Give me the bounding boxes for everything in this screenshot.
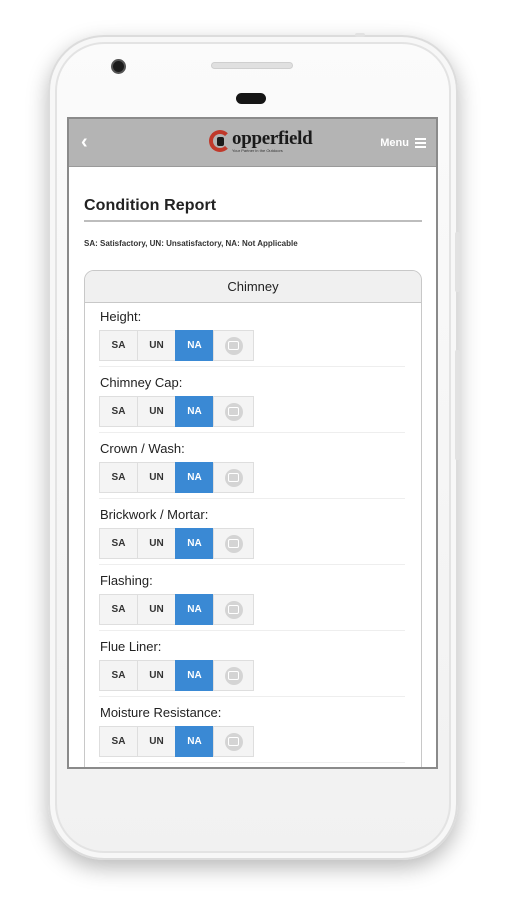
rating-button-group: SA UN NA	[99, 462, 405, 493]
rating-option-sa[interactable]: SA	[99, 528, 138, 559]
phone-side-button	[455, 232, 460, 292]
phone-side-button	[455, 350, 460, 460]
rating-option-na[interactable]: NA	[175, 528, 214, 559]
front-camera	[111, 59, 126, 74]
rating-option-sa[interactable]: SA	[99, 660, 138, 691]
inspection-item-label: Flashing:	[100, 573, 153, 588]
rating-button-group: SA UN NA	[99, 660, 405, 691]
menu-button[interactable]: Menu	[380, 137, 426, 149]
rating-button-group: SA UN NA	[99, 594, 405, 625]
inspection-item: Moisture Resistance: SA UN NA	[99, 705, 405, 763]
inspection-item-label: Brickwork / Mortar:	[100, 507, 209, 522]
rating-option-na[interactable]: NA	[175, 462, 214, 493]
logo-text: opperfield	[232, 128, 313, 149]
rating-button-group: SA UN NA	[99, 396, 405, 427]
chimney-section-card: Chimney Height: SA UN NA Chimney Cap: SA UN NA C…	[84, 270, 422, 767]
rating-option-sa[interactable]: SA	[99, 594, 138, 625]
rating-option-na[interactable]: NA	[175, 660, 214, 691]
rating-option-un[interactable]: UN	[137, 660, 176, 691]
page-title: Condition Report	[84, 197, 422, 222]
camera-icon	[224, 336, 243, 355]
rating-option-sa[interactable]: SA	[99, 330, 138, 361]
inspection-item: Crown / Wash: SA UN NA	[99, 441, 405, 499]
camera-icon	[224, 402, 243, 421]
logo-text-group: opperfield Your Partner in the Outdoors	[232, 128, 313, 153]
inspection-items: Height: SA UN NA Chimney Cap: SA UN NA Crown / W…	[85, 303, 421, 763]
phone-top-button	[355, 33, 365, 37]
rating-legend: SA: Satisfactory, UN: Unsatisfactory, NA…	[84, 239, 298, 248]
proximity-sensor	[236, 93, 266, 104]
page-content: Condition Report SA: Satisfactory, UN: U…	[69, 167, 436, 767]
logo-mark-icon	[209, 130, 231, 152]
earpiece-speaker	[211, 62, 293, 69]
inspection-item: Flue Liner: SA UN NA	[99, 639, 405, 697]
rating-option-un[interactable]: UN	[137, 330, 176, 361]
rating-button-group: SA UN NA	[99, 528, 405, 559]
add-photo-button[interactable]	[213, 660, 254, 691]
app-screen: ‹ opperfield Your Partner in the Outdoor…	[67, 117, 438, 769]
camera-icon	[224, 600, 243, 619]
rating-option-un[interactable]: UN	[137, 396, 176, 427]
add-photo-button[interactable]	[213, 726, 254, 757]
add-photo-button[interactable]	[213, 528, 254, 559]
add-photo-button[interactable]	[213, 594, 254, 625]
camera-icon	[224, 468, 243, 487]
inspection-item-label: Height:	[100, 309, 142, 324]
rating-option-un[interactable]: UN	[137, 726, 176, 757]
add-photo-button[interactable]	[213, 330, 254, 361]
rating-option-na[interactable]: NA	[175, 396, 214, 427]
inspection-item: Height: SA UN NA	[99, 309, 405, 367]
rating-option-na[interactable]: NA	[175, 726, 214, 757]
inspection-item-label: Chimney Cap:	[100, 375, 183, 390]
logo-tagline: Your Partner in the Outdoors	[232, 148, 283, 153]
rating-option-sa[interactable]: SA	[99, 726, 138, 757]
inspection-item-label: Crown / Wash:	[100, 441, 185, 456]
add-photo-button[interactable]	[213, 462, 254, 493]
chevron-left-icon[interactable]: ‹	[81, 131, 101, 154]
camera-icon	[224, 732, 243, 751]
section-header[interactable]: Chimney	[85, 271, 421, 303]
rating-button-group: SA UN NA	[99, 330, 405, 361]
inspection-item: Brickwork / Mortar: SA UN NA	[99, 507, 405, 565]
inspection-item-label: Moisture Resistance:	[100, 705, 222, 720]
rating-option-na[interactable]: NA	[175, 330, 214, 361]
camera-icon	[224, 666, 243, 685]
rating-option-na[interactable]: NA	[175, 594, 214, 625]
menu-label: Menu	[380, 136, 409, 149]
rating-button-group: SA UN NA	[99, 726, 405, 757]
rating-option-un[interactable]: UN	[137, 528, 176, 559]
add-photo-button[interactable]	[213, 396, 254, 427]
top-bar: ‹ opperfield Your Partner in the Outdoor…	[69, 119, 436, 167]
inspection-item: Flashing: SA UN NA	[99, 573, 405, 631]
copperfield-logo: opperfield Your Partner in the Outdoors	[209, 128, 313, 153]
rating-option-sa[interactable]: SA	[99, 396, 138, 427]
camera-icon	[224, 534, 243, 553]
inspection-item-label: Flue Liner:	[100, 639, 162, 654]
rating-option-un[interactable]: UN	[137, 462, 176, 493]
inspection-item: Chimney Cap: SA UN NA	[99, 375, 405, 433]
hamburger-icon	[415, 137, 426, 148]
rating-option-un[interactable]: UN	[137, 594, 176, 625]
rating-option-sa[interactable]: SA	[99, 462, 138, 493]
